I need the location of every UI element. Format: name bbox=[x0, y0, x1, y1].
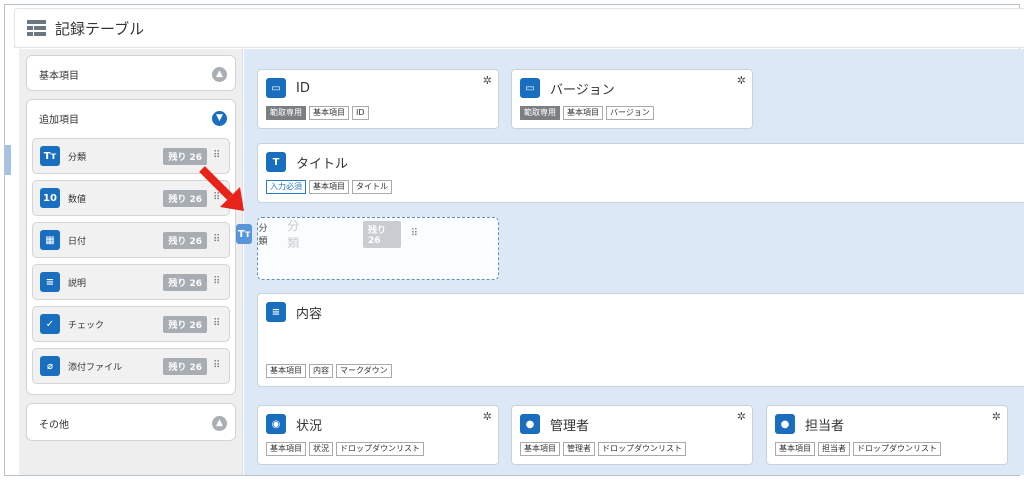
field-card-title: 状況 bbox=[296, 418, 323, 434]
field-card-status[interactable]: ◉ 状況 ✲ 基本項目 状況 ドロップダウンリスト bbox=[257, 405, 499, 465]
tag-type: ドロップダウンリスト bbox=[598, 442, 686, 456]
field-card-title: タイトル bbox=[296, 156, 349, 172]
field-card-title: 管理者 bbox=[550, 418, 590, 434]
group-other-label: その他 bbox=[39, 419, 69, 431]
drag-handle-icon[interactable]: ⠿ bbox=[213, 277, 221, 287]
remaining-badge: 残り 26 bbox=[362, 220, 401, 248]
id-icon: ▭ bbox=[266, 78, 286, 98]
drag-handle-icon[interactable]: ⠿ bbox=[411, 229, 418, 239]
drag-handle-icon[interactable]: ⠿ bbox=[213, 235, 221, 245]
text-type-icon: Tт bbox=[40, 146, 60, 166]
gear-icon[interactable]: ✲ bbox=[992, 410, 1001, 423]
palette-item-label: 数値 bbox=[68, 194, 87, 205]
page-header: 記録テーブル bbox=[14, 8, 1024, 48]
gear-icon[interactable]: ✲ bbox=[737, 410, 746, 423]
group-additional: 追加項目 ▼ Tт 分類 残り 26 ⠿ 10 数値 残り 26 ⠿ ▦ 日付 … bbox=[26, 99, 236, 395]
title-icon: T bbox=[266, 152, 286, 172]
collapse-icon[interactable]: ▲ bbox=[212, 415, 227, 431]
field-card-content[interactable]: ≡ 内容 基本項目 内容 マークダウン bbox=[257, 293, 1024, 387]
tag-basic: 基本項目 bbox=[775, 442, 815, 456]
tag-basic: 基本項目 bbox=[309, 106, 349, 120]
check-icon: ✓ bbox=[40, 314, 60, 334]
remaining-badge: 残り 26 bbox=[163, 315, 207, 333]
user-icon: ● bbox=[520, 414, 540, 434]
drag-ghost-label: 分類 bbox=[258, 224, 268, 247]
field-card-title: ID bbox=[296, 80, 310, 96]
version-icon: ▭ bbox=[520, 78, 540, 98]
table-icon bbox=[27, 20, 46, 36]
palette-item-check[interactable]: ✓ チェック 残り 26 ⠿ bbox=[32, 306, 230, 342]
group-basic[interactable]: 基本項目 ▲ bbox=[26, 55, 236, 91]
layout-canvas: ▭ ID ✲ 範取専用 基本項目 ID ▭ バージョン ✲ 範取専用 基本項目 … bbox=[244, 49, 1024, 475]
tag-name: 担当者 bbox=[818, 442, 850, 456]
drag-handle-icon[interactable]: ⠿ bbox=[213, 319, 221, 329]
annotation-arrow-icon bbox=[199, 166, 244, 211]
drag-ghost[interactable]: Tт 分類 分類 残り 26 ⠿ bbox=[234, 217, 426, 251]
tag-readonly: 範取専用 bbox=[266, 106, 306, 120]
description-icon: ≡ bbox=[266, 302, 286, 322]
field-card-title-field[interactable]: T タイトル 入力必須 基本項目 タイトル bbox=[257, 143, 1024, 203]
field-palette: 基本項目 ▲ 追加項目 ▼ Tт 分類 残り 26 ⠿ 10 数値 残り 26 … bbox=[19, 49, 243, 475]
attachment-icon: ⌀ bbox=[40, 356, 60, 376]
drag-ghost-faded-label: 分類 bbox=[287, 219, 300, 250]
group-basic-label: 基本項目 bbox=[39, 70, 79, 82]
palette-item-label: 日付 bbox=[68, 236, 87, 247]
description-icon: ≡ bbox=[40, 272, 60, 292]
remaining-badge: 残り 26 bbox=[163, 357, 207, 375]
tag-name: 内容 bbox=[309, 364, 333, 378]
field-card-id[interactable]: ▭ ID ✲ 範取専用 基本項目 ID bbox=[257, 69, 499, 129]
palette-item-label: 添付ファイル bbox=[68, 362, 123, 373]
remaining-badge: 残り 26 bbox=[163, 231, 207, 249]
drag-handle-icon[interactable]: ⠿ bbox=[213, 151, 221, 161]
gear-icon[interactable]: ✲ bbox=[737, 74, 746, 87]
palette-item-description[interactable]: ≡ 説明 残り 26 ⠿ bbox=[32, 264, 230, 300]
tag-name: 管理者 bbox=[563, 442, 595, 456]
gear-icon[interactable]: ✲ bbox=[483, 74, 492, 87]
palette-item-label: チェック bbox=[68, 320, 105, 331]
tag-type: ID bbox=[352, 106, 369, 120]
field-card-title: 担当者 bbox=[805, 418, 845, 434]
number-icon: 10 bbox=[40, 188, 60, 208]
field-card-title: 内容 bbox=[296, 306, 323, 322]
tag-required: 入力必須 bbox=[266, 180, 306, 194]
tag-basic: 基本項目 bbox=[266, 364, 306, 378]
scroll-indicator bbox=[5, 145, 11, 175]
tag-type: バージョン bbox=[606, 106, 654, 120]
tag-basic: 基本項目 bbox=[520, 442, 560, 456]
group-other[interactable]: その他 ▲ bbox=[26, 403, 236, 441]
palette-item-label: 分類 bbox=[68, 152, 87, 163]
palette-item-date[interactable]: ▦ 日付 残り 26 ⠿ bbox=[32, 222, 230, 258]
drag-handle-icon[interactable]: ⠿ bbox=[213, 361, 221, 371]
status-icon: ◉ bbox=[266, 414, 286, 434]
tag-readonly: 範取専用 bbox=[520, 106, 560, 120]
remaining-badge: 残り 26 bbox=[163, 273, 207, 291]
palette-item-attachment[interactable]: ⌀ 添付ファイル 残り 26 ⠿ bbox=[32, 348, 230, 384]
field-card-title: バージョン bbox=[550, 82, 615, 98]
group-additional-label: 追加項目 bbox=[39, 114, 79, 126]
page-title: 記録テーブル bbox=[55, 19, 145, 38]
gear-icon[interactable]: ✲ bbox=[483, 410, 492, 423]
field-card-version[interactable]: ▭ バージョン ✲ 範取専用 基本項目 バージョン bbox=[511, 69, 753, 129]
collapse-icon[interactable]: ▲ bbox=[212, 66, 227, 82]
tag-basic: 基本項目 bbox=[309, 180, 349, 194]
text-type-icon: Tт bbox=[236, 224, 253, 244]
tag-basic: 基本項目 bbox=[266, 442, 306, 456]
calendar-icon: ▦ bbox=[40, 230, 60, 250]
field-card-owner[interactable]: ● 担当者 ✲ 基本項目 担当者 ドロップダウンリスト bbox=[766, 405, 1008, 465]
tag-type: マークダウン bbox=[336, 364, 392, 378]
tag-type: ドロップダウンリスト bbox=[336, 442, 424, 456]
tag-type: ドロップダウンリスト bbox=[853, 442, 941, 456]
remaining-badge: 残り 26 bbox=[163, 147, 207, 165]
palette-item-label: 説明 bbox=[68, 278, 87, 289]
tag-basic: 基本項目 bbox=[563, 106, 603, 120]
user-icon: ● bbox=[775, 414, 795, 434]
tag-type: タイトル bbox=[352, 180, 392, 194]
field-card-manager[interactable]: ● 管理者 ✲ 基本項目 管理者 ドロップダウンリスト bbox=[511, 405, 753, 465]
expand-icon[interactable]: ▼ bbox=[212, 110, 227, 126]
tag-name: 状況 bbox=[309, 442, 333, 456]
